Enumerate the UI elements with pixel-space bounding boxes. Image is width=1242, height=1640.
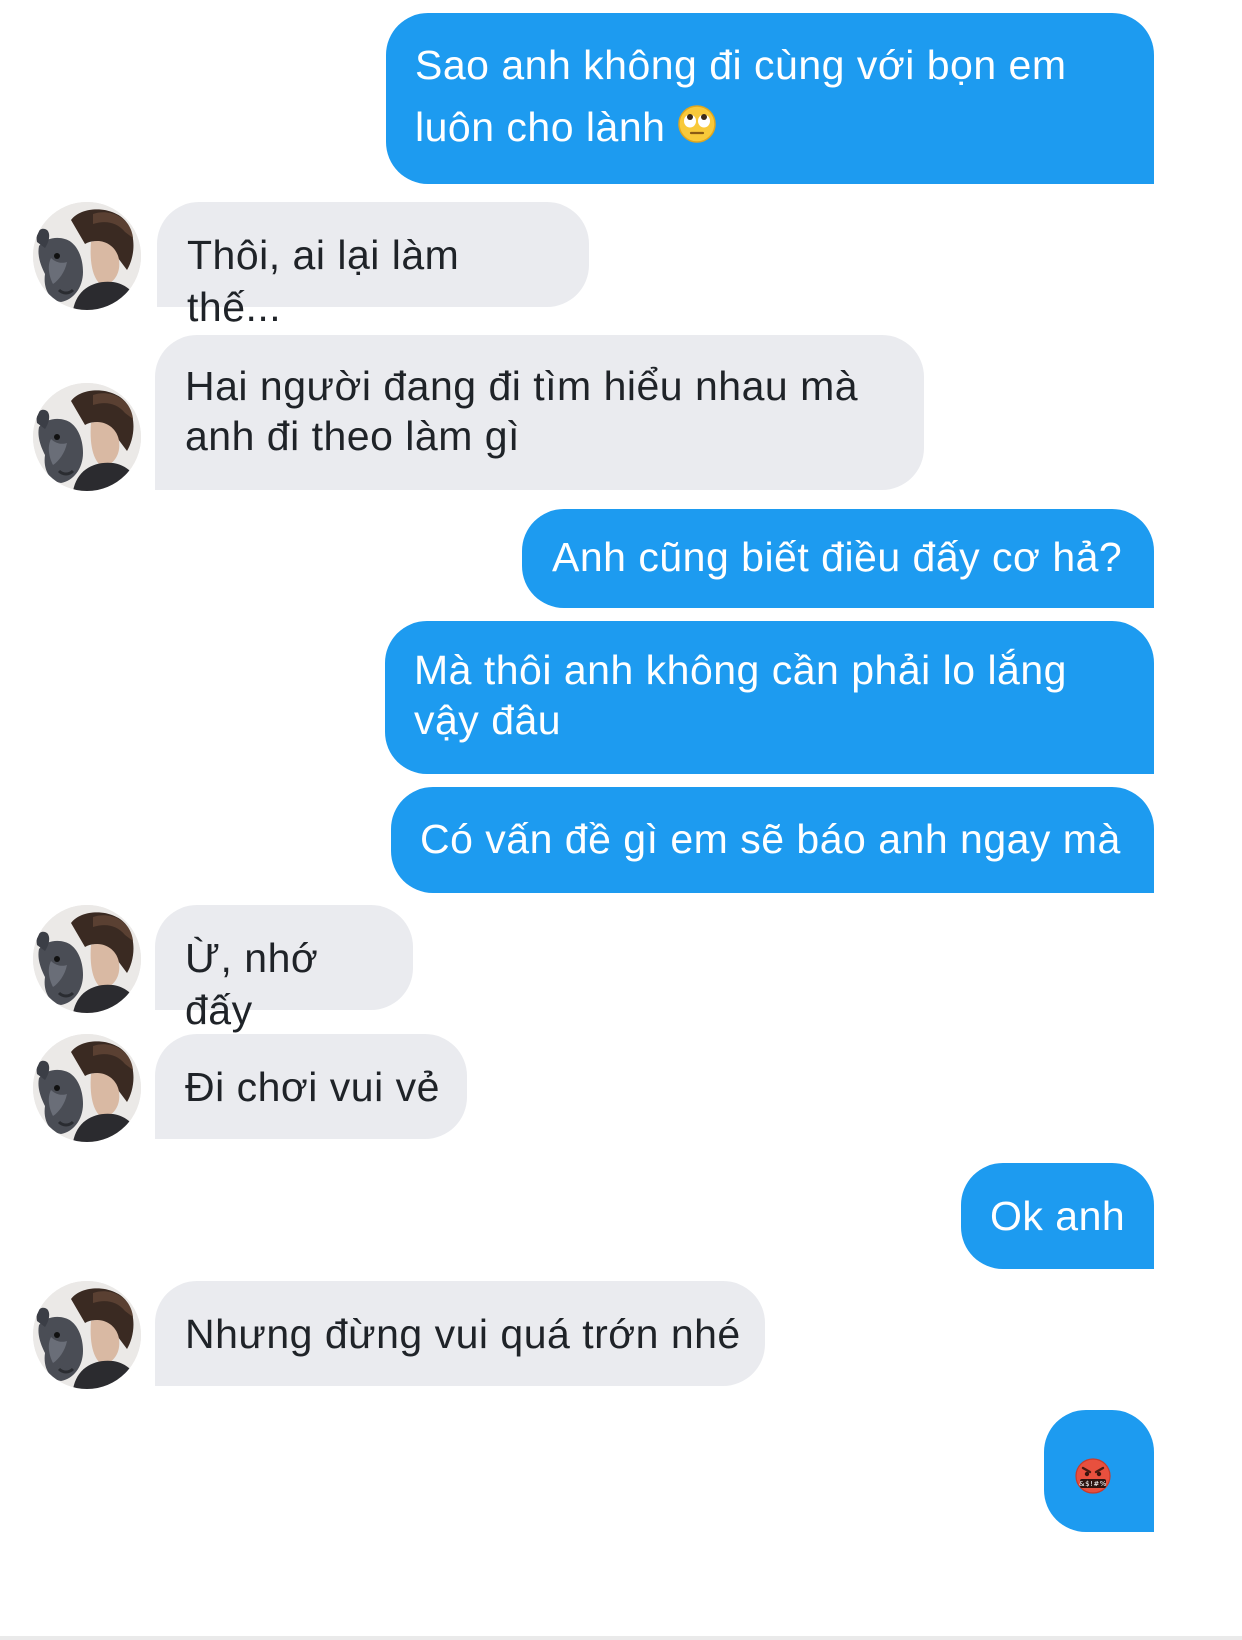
message-bubble-outgoing[interactable]: Có vấn đề gì em sẽ báo anh ngay mà — [391, 787, 1154, 893]
message-bubble-outgoing[interactable]: &$!#% — [1044, 1410, 1154, 1532]
message-text: Ừ, nhớ đấy — [185, 935, 319, 1033]
message-bubble-incoming[interactable]: Đi chơi vui vẻ — [155, 1034, 467, 1139]
message-text: Thôi, ai lại làm thế... — [187, 232, 460, 330]
message-text: Mà thôi anh không cần phải lo lắng — [414, 647, 1067, 693]
svg-text:&$!#%: &$!#% — [1079, 1480, 1107, 1488]
contact-avatar[interactable] — [33, 1281, 141, 1389]
message-text: Sao anh không đi cùng với bọn em — [415, 42, 1067, 88]
message-bubble-incoming[interactable]: Hai người đang đi tìm hiểu nhau mà anh đ… — [155, 335, 924, 490]
face-with-rolling-eyes-icon — [677, 104, 717, 156]
contact-avatar[interactable] — [33, 383, 141, 491]
message-bubble-incoming[interactable]: Nhưng đừng vui quá trớn nhé — [155, 1281, 765, 1386]
message-bubble-outgoing[interactable]: Sao anh không đi cùng với bọn em luôn ch… — [386, 13, 1154, 184]
message-text-line-2: luôn cho lành — [415, 101, 1126, 156]
divider — [0, 1636, 1242, 1640]
message-text: Hai người đang đi tìm hiểu nhau mà — [185, 363, 859, 409]
contact-avatar[interactable] — [33, 1034, 141, 1142]
message-text: Anh cũng biết điều đấy cơ hả? — [552, 534, 1123, 580]
message-bubble-outgoing[interactable]: Ok anh — [961, 1163, 1154, 1269]
message-bubble-incoming[interactable]: Ừ, nhớ đấy — [155, 905, 413, 1033]
message-bubble-outgoing[interactable]: Anh cũng biết điều đấy cơ hả? — [522, 509, 1154, 608]
message-text-line-2: anh đi theo làm gì — [185, 413, 520, 459]
message-text-line-2: vậy đâu — [414, 697, 562, 743]
message-text: Ok anh — [990, 1193, 1126, 1239]
contact-avatar[interactable] — [33, 905, 141, 1013]
face-with-symbols-on-mouth-icon: &$!#% — [1074, 1455, 1112, 1507]
contact-avatar[interactable] — [33, 202, 141, 310]
message-text: Nhưng đừng vui quá trớn nhé — [185, 1311, 741, 1357]
message-text: Đi chơi vui vẻ — [185, 1064, 440, 1110]
message-bubble-incoming[interactable]: Thôi, ai lại làm thế... — [157, 202, 589, 330]
message-bubble-outgoing[interactable]: Mà thôi anh không cần phải lo lắng vậy đ… — [385, 621, 1154, 774]
message-text: Có vấn đề gì em sẽ báo anh ngay mà — [420, 816, 1121, 862]
